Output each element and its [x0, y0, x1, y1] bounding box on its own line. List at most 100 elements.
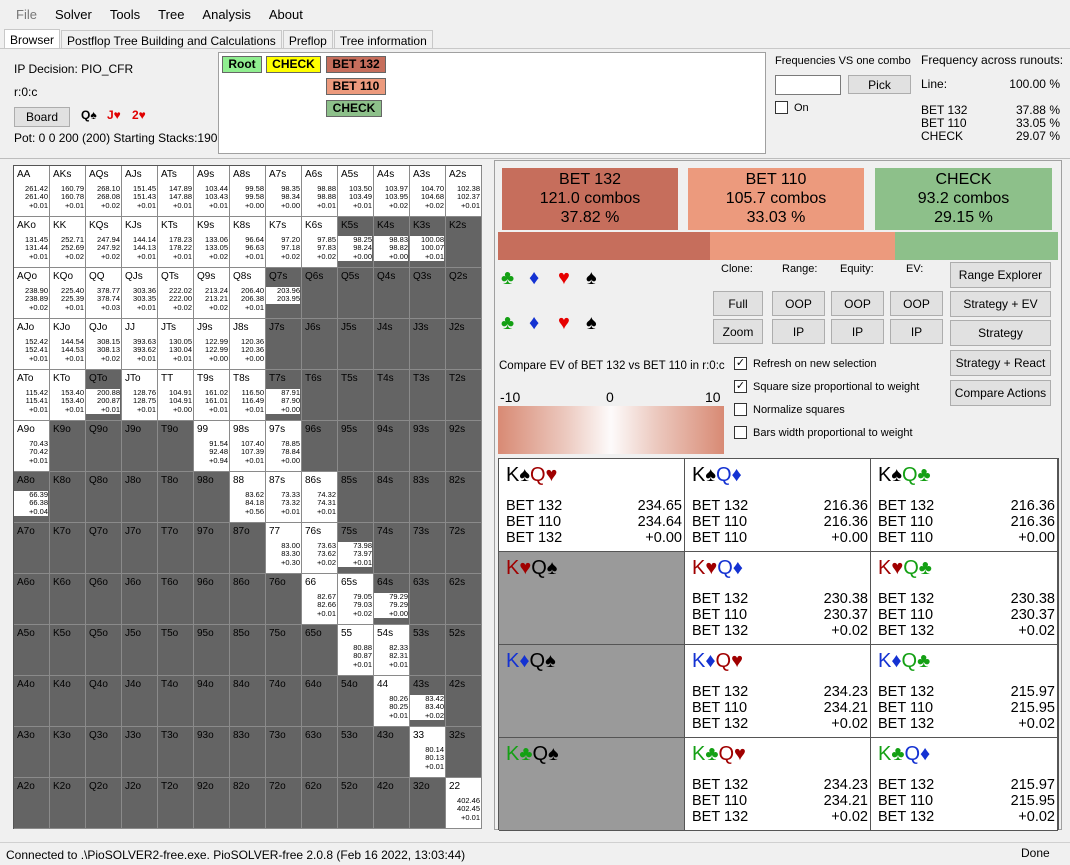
hand-cell[interactable]: 87o: [230, 523, 266, 574]
hand-cell[interactable]: 87s 73.33 73.32 +0.01: [266, 472, 302, 523]
hand-cell[interactable]: K8s 96.64 96.63 +0.01: [230, 217, 266, 268]
equity-oop-button[interactable]: OOP: [831, 291, 884, 316]
combo-cell[interactable]: K♣Q♥ BET 132 234.23 BET 110 234.21 BET 132 +0.…: [685, 738, 871, 831]
full-button[interactable]: Full: [713, 291, 763, 316]
hand-cell[interactable]: JTo 128.76 128.75 +0.01: [122, 370, 158, 421]
hand-cell[interactable]: Q4o: [86, 676, 122, 727]
hand-cell[interactable]: 73s: [410, 523, 446, 574]
hand-cell[interactable]: 22 402.46 402.45 +0.01: [446, 778, 482, 829]
hand-cell[interactable]: 86s 74.32 74.31 +0.01: [302, 472, 338, 523]
hand-cell[interactable]: T6s: [302, 370, 338, 421]
diamond-icon[interactable]: ♦: [529, 267, 539, 290]
hand-cell[interactable]: K7s 97.20 97.18 +0.02: [266, 217, 302, 268]
hand-cell[interactable]: T3o: [158, 727, 194, 778]
hand-cell[interactable]: A5s 103.50 103.49 +0.01: [338, 166, 374, 217]
hand-cell[interactable]: 72s: [446, 523, 482, 574]
hand-cell[interactable]: 95o: [194, 625, 230, 676]
hand-cell[interactable]: K4o: [50, 676, 86, 727]
diamond-icon[interactable]: ♦: [529, 312, 539, 335]
hand-cell[interactable]: T7o: [158, 523, 194, 574]
combo-cell[interactable]: K♠Q♣ BET 132 216.36 BET 110 216.36 BET 110 +0.…: [871, 459, 1058, 552]
hand-cell[interactable]: J4s: [374, 319, 410, 370]
hand-cell[interactable]: 74s: [374, 523, 410, 574]
hand-cell[interactable]: ATs 147.89 147.88 +0.01: [158, 166, 194, 217]
hand-cell[interactable]: Q3o: [86, 727, 122, 778]
hand-cell[interactable]: QJo 308.15 308.13 +0.02: [86, 319, 122, 370]
hand-cell[interactable]: J8s 120.36 120.36 +0.00: [230, 319, 266, 370]
hand-cell[interactable]: Q7o: [86, 523, 122, 574]
hand-cell[interactable]: 75s 73.98 73.97 +0.01: [338, 523, 374, 574]
combo-cell[interactable]: K♦Q♣ BET 132 215.97 BET 110 215.95 BET 132 +0.…: [871, 645, 1058, 738]
hand-cell[interactable]: ATo 115.42 115.41 +0.01: [14, 370, 50, 421]
hand-cell[interactable]: KJo 144.54 144.53 +0.01: [50, 319, 86, 370]
hand-cell[interactable]: Q2o: [86, 778, 122, 829]
hand-cell[interactable]: A9s 103.44 103.43 +0.01: [194, 166, 230, 217]
hand-cell[interactable]: 88 83.62 84.18 +0.56: [230, 472, 266, 523]
hand-cell[interactable]: 72o: [266, 778, 302, 829]
hand-cell[interactable]: 97o: [194, 523, 230, 574]
hand-cell[interactable]: 83s: [410, 472, 446, 523]
range-ip-button[interactable]: IP: [772, 319, 825, 344]
checkbox-box[interactable]: ✓: [734, 357, 747, 370]
hand-cell[interactable]: 99 91.54 92.48 +0.94: [194, 421, 230, 472]
compare-actions-button[interactable]: Compare Actions: [950, 380, 1051, 406]
tab-browser[interactable]: Browser: [4, 29, 61, 49]
hand-cell[interactable]: A5o: [14, 625, 50, 676]
hand-cell[interactable]: 92s: [446, 421, 482, 472]
hand-cell[interactable]: 85s: [338, 472, 374, 523]
hand-cell[interactable]: J4o: [122, 676, 158, 727]
hand-cell[interactable]: J7s: [266, 319, 302, 370]
hand-cell[interactable]: JJ 393.63 393.62 +0.01: [122, 319, 158, 370]
hand-cell[interactable]: 83o: [230, 727, 266, 778]
heart-icon[interactable]: ♥: [558, 312, 570, 335]
hand-cell[interactable]: A2o: [14, 778, 50, 829]
hand-cell[interactable]: Q3s: [410, 268, 446, 319]
hand-cell[interactable]: K8o: [50, 472, 86, 523]
hand-cell[interactable]: K7o: [50, 523, 86, 574]
zoom-button[interactable]: Zoom: [713, 319, 763, 344]
hand-cell[interactable]: T6o: [158, 574, 194, 625]
hand-cell[interactable]: 93s: [410, 421, 446, 472]
hand-cell[interactable]: T9s 161.02 161.01 +0.01: [194, 370, 230, 421]
hand-cell[interactable]: K9s 133.06 133.05 +0.02: [194, 217, 230, 268]
hand-cell[interactable]: J6s: [302, 319, 338, 370]
hand-cell[interactable]: TT 104.91 104.91 +0.00: [158, 370, 194, 421]
hand-cell[interactable]: K9o: [50, 421, 86, 472]
hand-cell[interactable]: K5s 98.25 98.24 +0.00: [338, 217, 374, 268]
hand-cell[interactable]: AQo 238.90 238.89 +0.02: [14, 268, 50, 319]
hand-cell[interactable]: 77 83.00 83.30 +0.30: [266, 523, 302, 574]
hand-cell[interactable]: J3s: [410, 319, 446, 370]
hand-cell[interactable]: A3o: [14, 727, 50, 778]
hand-cell[interactable]: K4s 98.83 98.82 +0.00: [374, 217, 410, 268]
strategy-react-button[interactable]: Strategy + React: [950, 350, 1051, 376]
normalize-checkbox[interactable]: Normalize squares: [734, 403, 845, 416]
hand-cell[interactable]: 74o: [266, 676, 302, 727]
bars-width-checkbox[interactable]: Bars width proportional to weight: [734, 426, 913, 439]
hand-cell[interactable]: 84s: [374, 472, 410, 523]
hand-cell[interactable]: T5o: [158, 625, 194, 676]
hand-cell[interactable]: QQ 378.77 378.74 +0.03: [86, 268, 122, 319]
hand-cell[interactable]: A9o 70.43 70.42 +0.01: [14, 421, 50, 472]
hand-cell[interactable]: 98o: [194, 472, 230, 523]
tree-node-check[interactable]: CHECK: [266, 56, 321, 73]
hand-cell[interactable]: 66 82.67 82.66 +0.01: [302, 574, 338, 625]
action-box-bet-110[interactable]: BET 110 105.7 combos 33.03 %: [688, 168, 864, 230]
hand-cell[interactable]: QTo 200.88 200.87 +0.01: [86, 370, 122, 421]
hand-cell[interactable]: Q9s 213.24 213.21 +0.02: [194, 268, 230, 319]
menu-tools[interactable]: Tools: [101, 7, 149, 22]
hand-cell[interactable]: 82o: [230, 778, 266, 829]
menu-analysis[interactable]: Analysis: [193, 7, 259, 22]
hand-cell[interactable]: 82s: [446, 472, 482, 523]
hand-cell[interactable]: Q7s 203.96 203.95: [266, 268, 302, 319]
hand-cell[interactable]: AJs 151.45 151.43 +0.01: [122, 166, 158, 217]
hand-cell[interactable]: A2s 102.38 102.37 +0.01: [446, 166, 482, 217]
hand-cell[interactable]: J9o: [122, 421, 158, 472]
hand-cell[interactable]: 42s: [446, 676, 482, 727]
action-box-check[interactable]: CHECK 93.2 combos 29.15 %: [875, 168, 1052, 230]
heart-icon[interactable]: ♥: [558, 267, 570, 290]
hand-cell[interactable]: T5s: [338, 370, 374, 421]
ev-oop-button[interactable]: OOP: [890, 291, 943, 316]
hand-cell[interactable]: QTs 222.02 222.00 +0.02: [158, 268, 194, 319]
hand-cell[interactable]: 96o: [194, 574, 230, 625]
hand-cell[interactable]: AJo 152.42 152.41 +0.01: [14, 319, 50, 370]
